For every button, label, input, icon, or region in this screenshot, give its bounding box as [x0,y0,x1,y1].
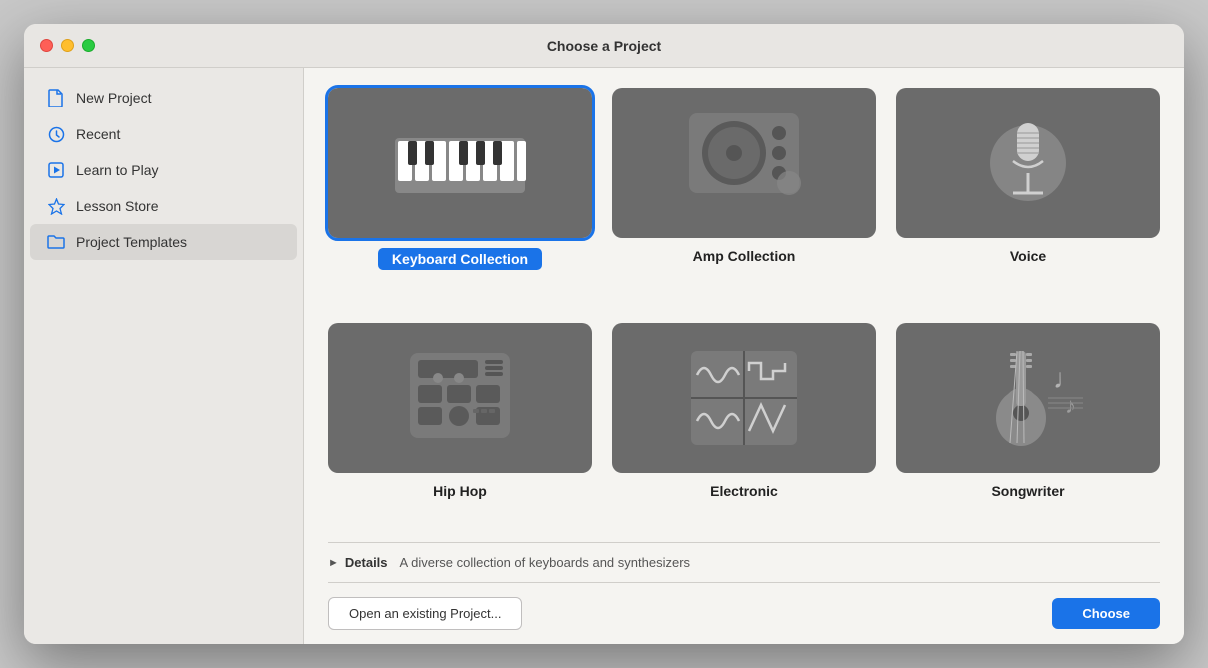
svg-text:♪: ♪ [1065,393,1076,418]
template-item-amp-collection[interactable]: Amp Collection [612,88,876,303]
sidebar-item-recent[interactable]: Recent [30,116,297,152]
open-existing-button[interactable]: Open an existing Project... [328,597,522,630]
clock-icon [46,124,66,144]
template-thumb-keyboard [328,88,592,238]
sidebar-label-recent: Recent [76,126,120,142]
sidebar-item-project-templates[interactable]: Project Templates [30,224,297,260]
template-thumb-songwriter: ♩ ♪ [896,323,1160,473]
template-label-hiphop: Hip Hop [433,483,487,499]
details-bar: ► Details A diverse collection of keyboa… [328,542,1160,582]
app-window: Choose a Project New Project [24,24,1184,644]
template-item-electronic[interactable]: Electronic [612,323,876,532]
sidebar-item-new-project[interactable]: New Project [30,80,297,116]
star-icon [46,196,66,216]
play-icon [46,160,66,180]
maximize-button[interactable] [82,39,95,52]
window-title: Choose a Project [547,38,661,54]
sidebar-label-learn-to-play: Learn to Play [76,162,159,178]
sidebar-item-learn-to-play[interactable]: Learn to Play [30,152,297,188]
template-label-electronic: Electronic [710,483,778,499]
close-button[interactable] [40,39,53,52]
template-thumb-electronic [612,323,876,473]
template-thumb-hiphop [328,323,592,473]
template-thumb-amp [612,88,876,238]
details-description: A diverse collection of keyboards and sy… [400,555,691,570]
sidebar-label-project-templates: Project Templates [76,234,187,250]
template-label-songwriter: Songwriter [991,483,1064,499]
minimize-button[interactable] [61,39,74,52]
doc-icon [46,88,66,108]
sidebar-item-lesson-store[interactable]: Lesson Store [30,188,297,224]
main-content: New Project Recent [24,68,1184,644]
details-toggle[interactable]: ► Details [328,555,388,570]
sidebar: New Project Recent [24,68,304,644]
chevron-right-icon: ► [328,557,339,569]
bottom-bar: Open an existing Project... Choose [328,582,1160,644]
svg-text:♩: ♩ [1053,363,1081,394]
details-label: Details [345,555,388,570]
folder-icon [46,232,66,252]
template-thumb-voice [896,88,1160,238]
template-label-voice: Voice [1010,248,1046,264]
right-panel: Keyboard Collection [304,68,1184,644]
choose-button[interactable]: Choose [1052,598,1160,629]
template-item-keyboard-collection[interactable]: Keyboard Collection [328,88,592,303]
template-item-hip-hop[interactable]: Hip Hop [328,323,592,532]
template-item-voice[interactable]: Voice [896,88,1160,303]
traffic-lights [40,39,95,52]
sidebar-label-lesson-store: Lesson Store [76,198,159,214]
template-label-keyboard: Keyboard Collection [378,248,542,270]
templates-grid: Keyboard Collection [328,88,1160,542]
titlebar: Choose a Project [24,24,1184,68]
template-item-songwriter[interactable]: ♩ ♪ Songwriter [896,323,1160,532]
sidebar-label-new-project: New Project [76,90,151,106]
template-label-amp: Amp Collection [693,248,796,264]
